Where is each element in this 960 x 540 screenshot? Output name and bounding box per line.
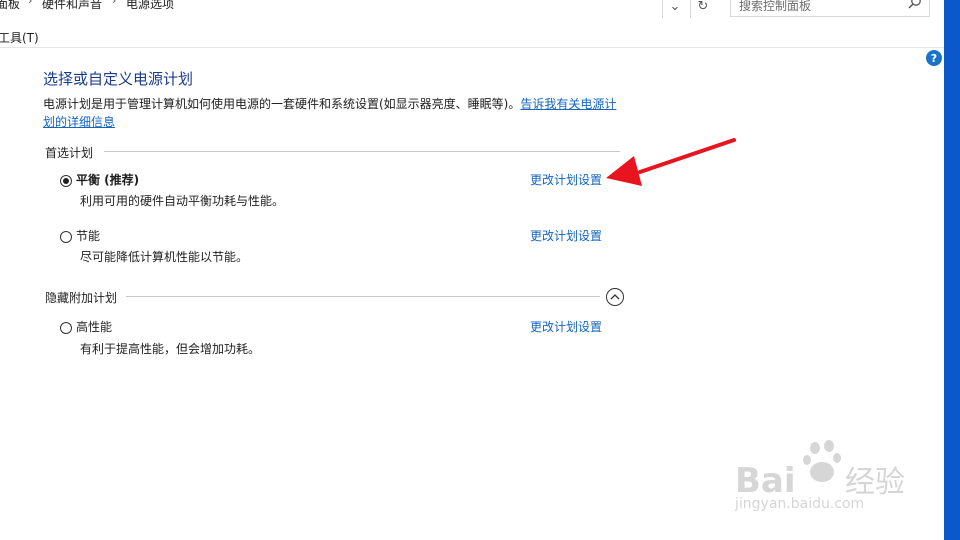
svg-text:Bai: Bai [735,461,796,501]
svg-text:经验: 经验 [845,465,905,500]
window-edge [944,0,960,540]
watermark-url: jingyan.baidu.com [735,496,865,512]
baidu-watermark: Bai 经验 jingyan.baidu.com [735,440,935,523]
